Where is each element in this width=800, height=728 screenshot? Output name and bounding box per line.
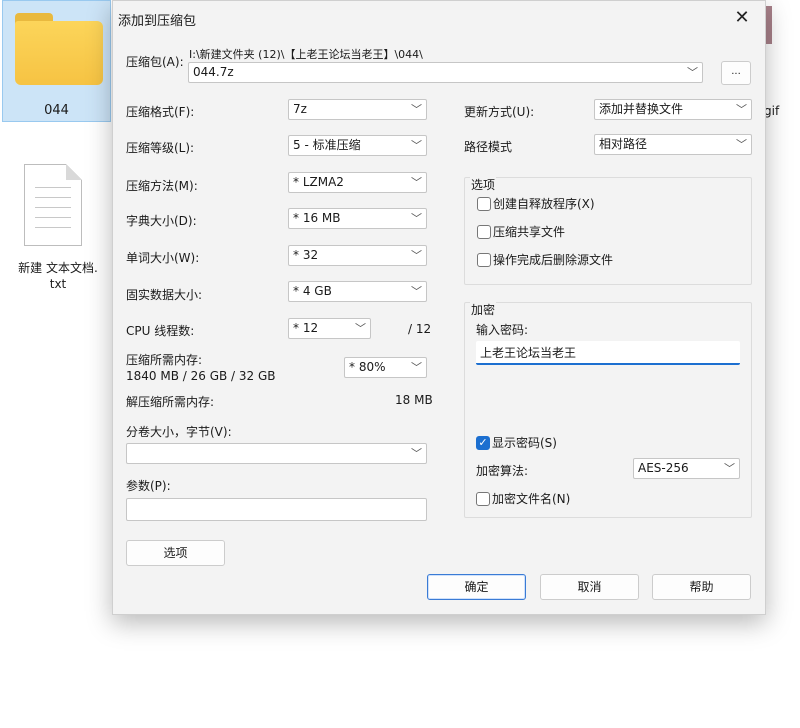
ok-button[interactable]: 确定 [427, 574, 526, 600]
sfx-checkbox[interactable]: 创建自释放程序(X) [477, 195, 595, 212]
checkbox-icon [477, 224, 491, 239]
memory-detail: 1840 MB / 26 GB / 32 GB [126, 369, 276, 383]
dict-select[interactable]: * 16 MB ﹀ [288, 208, 427, 229]
checkbox-icon [476, 491, 490, 506]
text-file-icon [24, 164, 82, 246]
chevron-down-icon: ﹀ [355, 322, 366, 335]
update-mode-label: 更新方式(U): [464, 105, 535, 119]
level-value: 5 - 标准压缩 [293, 138, 361, 152]
format-label: 压缩格式(F): [126, 105, 195, 119]
encrypt-names-label: 加密文件名(N) [492, 492, 571, 506]
memory-percent-value: * 80% [349, 360, 386, 374]
browse-button[interactable]: ... [721, 61, 751, 85]
update-mode-value: 添加并替换文件 [599, 102, 684, 116]
level-label: 压缩等级(L): [126, 141, 195, 155]
chevron-down-icon: ﹀ [724, 462, 735, 475]
archive-name-combo[interactable]: 044.7z ﹀ [188, 62, 703, 83]
password-input[interactable]: 上老王论坛当老王 [476, 341, 740, 365]
path-mode-label: 路径模式 [464, 140, 513, 154]
shared-files-label: 压缩共享文件 [493, 225, 566, 239]
method-select[interactable]: * LZMA2 ﹀ [288, 172, 427, 193]
checkbox-icon [477, 252, 491, 267]
help-button[interactable]: 帮助 [652, 574, 751, 600]
encryption-group: 加密 输入密码: 上老王论坛当老王 ✓ 显示密码(S) 加密算法: AES-256… [464, 301, 752, 518]
dict-label: 字典大小(D): [126, 214, 197, 228]
gif-file-label: gif [764, 104, 780, 118]
close-button[interactable]: ✕ [727, 6, 757, 30]
threads-select[interactable]: * 12 ﹀ [288, 318, 371, 339]
format-value: 7z [293, 102, 307, 116]
add-to-archive-dialog: 添加到压缩包 ✕ 压缩包(A): I:\新建文件夹 (12)\【上老王论坛当老王… [112, 0, 766, 615]
chevron-down-icon: ﹀ [687, 66, 698, 79]
solid-value: * 4 GB [293, 284, 332, 298]
threads-total: / 12 [408, 322, 432, 336]
chevron-down-icon: ﹀ [411, 139, 422, 152]
text-file-label-line2: txt [49, 277, 67, 291]
level-select[interactable]: 5 - 标准压缩 ﹀ [288, 135, 427, 156]
threads-label: CPU 线程数: [126, 324, 195, 338]
algorithm-value: AES-256 [638, 461, 689, 475]
close-icon: ✕ [734, 7, 750, 28]
path-mode-value: 相对路径 [599, 137, 648, 151]
word-label: 单词大小(W): [126, 251, 200, 265]
delete-after-checkbox[interactable]: 操作完成后删除源文件 [477, 251, 613, 268]
text-file-label: 新建 文本文档. txt [8, 260, 108, 292]
chevron-down-icon: ﹀ [411, 361, 422, 374]
show-password-label: 显示密码(S) [492, 436, 557, 450]
encryption-group-title: 加密 [470, 301, 497, 318]
dialog-title: 添加到压缩包 [118, 14, 197, 29]
decompress-memory-label: 解压缩所需内存: [126, 395, 215, 409]
desktop-text-file[interactable]: 新建 文本文档. txt [8, 164, 108, 294]
decompress-memory-value: 18 MB [395, 393, 433, 407]
password-label: 输入密码: [476, 323, 529, 337]
threads-value: * 12 [293, 321, 319, 335]
chevron-down-icon: ﹀ [411, 285, 422, 298]
chevron-down-icon: ﹀ [736, 138, 747, 151]
volume-label: 分卷大小，字节(V): [126, 425, 232, 439]
chevron-down-icon: ﹀ [411, 249, 422, 262]
sfx-label: 创建自释放程序(X) [493, 197, 595, 211]
folder-icon [15, 13, 103, 85]
archive-name-value: 044.7z [193, 65, 234, 79]
desktop-folder-044[interactable]: 044 [2, 0, 111, 122]
method-value: * LZMA2 [293, 175, 344, 189]
memory-percent-select[interactable]: * 80% ﹀ [344, 357, 427, 378]
archive-path: I:\新建文件夹 (12)\【上老王论坛当老王】\044\ [189, 48, 423, 61]
algorithm-select[interactable]: AES-256 ﹀ [633, 458, 740, 479]
word-select[interactable]: * 32 ﹀ [288, 245, 427, 266]
shared-files-checkbox[interactable]: 压缩共享文件 [477, 223, 565, 240]
volume-size-combo[interactable]: ﹀ [126, 443, 427, 464]
folder-label: 044 [44, 103, 69, 118]
options-group-title: 选项 [470, 176, 497, 193]
show-password-checkbox[interactable]: ✓ 显示密码(S) [476, 434, 557, 451]
options-button[interactable]: 选项 [126, 540, 225, 566]
params-input[interactable] [126, 498, 427, 521]
update-mode-select[interactable]: 添加并替换文件 ﹀ [594, 99, 752, 120]
params-label: 参数(P): [126, 479, 171, 493]
delete-after-label: 操作完成后删除源文件 [493, 253, 614, 267]
cancel-button[interactable]: 取消 [540, 574, 639, 600]
chevron-down-icon: ﹀ [411, 212, 422, 225]
text-file-label-line1: 新建 文本文档. [18, 261, 98, 275]
archive-label: 压缩包(A): [126, 55, 184, 69]
word-value: * 32 [293, 248, 319, 262]
memory-label: 压缩所需内存: [126, 353, 203, 367]
method-label: 压缩方法(M): [126, 179, 198, 193]
chevron-down-icon: ﹀ [411, 447, 422, 460]
chevron-down-icon: ﹀ [411, 176, 422, 189]
chevron-down-icon: ﹀ [736, 103, 747, 116]
dict-value: * 16 MB [293, 211, 341, 225]
algorithm-label: 加密算法: [476, 464, 529, 478]
title-bar[interactable]: 添加到压缩包 ✕ [113, 1, 765, 35]
format-select[interactable]: 7z ﹀ [288, 99, 427, 120]
options-group: 选项 创建自释放程序(X) 压缩共享文件 操作完成后删除源文件 [464, 176, 752, 285]
checkmark-icon: ✓ [476, 435, 490, 450]
checkbox-icon [477, 196, 491, 211]
solid-label: 固实数据大小: [126, 288, 203, 302]
path-mode-select[interactable]: 相对路径 ﹀ [594, 134, 752, 155]
solid-select[interactable]: * 4 GB ﹀ [288, 281, 427, 302]
chevron-down-icon: ﹀ [411, 103, 422, 116]
encrypt-names-checkbox[interactable]: 加密文件名(N) [476, 490, 570, 507]
